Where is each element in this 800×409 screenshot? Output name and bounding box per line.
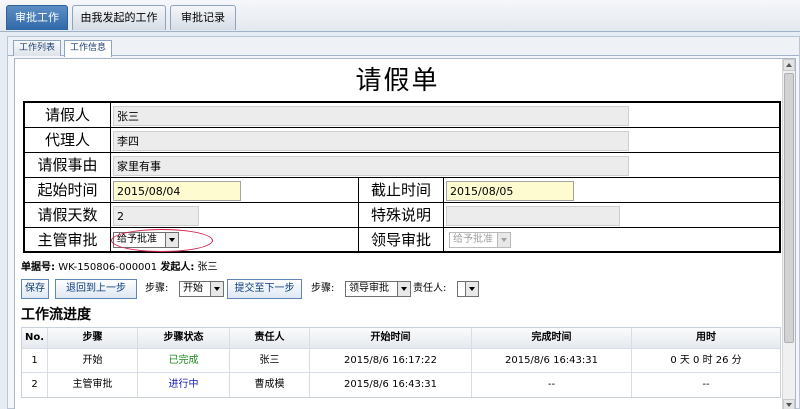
submit-next-button[interactable]: 提交至下一步 (227, 279, 302, 299)
tab-approval-records[interactable]: 审批记录 (170, 5, 236, 30)
document-meta: 单据号: WK-150806-000001 发起人: 张三 (21, 261, 218, 275)
col-finish-time: 完成时间 (472, 328, 632, 348)
end-time-label: 截止时间 (358, 178, 444, 203)
tab-work-info[interactable]: 工作信息 (64, 40, 113, 57)
scroll-down-arrow-icon[interactable] (783, 399, 795, 409)
back-button[interactable]: 退回到上一步 (55, 279, 137, 299)
chevron-down-icon (497, 233, 510, 247)
top-tab-bar: 审批工作 由我发起的工作 审批记录 (0, 0, 800, 32)
owner-select[interactable] (457, 281, 479, 297)
cell-duration: 0 天 0 时 26 分 (670, 355, 742, 366)
tab-approval-work[interactable]: 审批工作 (6, 5, 68, 30)
doc-no-value: WK-150806-000001 (58, 262, 158, 273)
save-button[interactable]: 保存 (21, 279, 49, 299)
next-step-select[interactable]: 领导审批 (345, 281, 411, 297)
cell-finish-time: -- (472, 373, 632, 397)
row-approvals: 主管审批 给予批准 领导审批 给予批准 (25, 228, 779, 253)
work-panel: 工作列表 工作信息 请假单 请假人 张三 代理人 李四 请假事由 家里有事 起始… (7, 36, 800, 409)
table-header: No. 步骤 步骤状态 责任人 开始时间 完成时间 用时 (22, 328, 780, 349)
tab-work-list[interactable]: 工作列表 (13, 40, 62, 56)
vertical-scrollbar[interactable] (782, 59, 795, 409)
col-no: No. (22, 328, 48, 348)
next-step-label: 步骤: (311, 283, 335, 294)
cell-owner: 曹成模 (230, 373, 310, 397)
leader-approval-value: 给予批准 (453, 234, 493, 245)
initiator-value: 张三 (197, 262, 218, 273)
doc-no-label: 单据号: (21, 262, 55, 273)
reason-field: 家里有事 (113, 156, 629, 176)
cell-start-time: 2015/8/6 16:43:31 (310, 373, 472, 397)
step-label: 步骤: (145, 283, 169, 294)
owner-label: 责任人: (413, 283, 447, 294)
scroll-thumb[interactable] (784, 73, 794, 343)
cell-owner: 张三 (230, 349, 310, 372)
row-reason: 请假事由 家里有事 (25, 153, 779, 178)
cell-step: 开始 (48, 349, 138, 372)
row-days: 请假天数 2 特殊说明 (25, 203, 779, 228)
special-label: 特殊说明 (358, 203, 444, 228)
highlight-ellipse (111, 229, 213, 252)
col-duration: 用时 (696, 332, 716, 343)
reason-label: 请假事由 (25, 153, 111, 178)
form-title: 请假单 (355, 66, 440, 96)
sub-tab-bar: 工作列表 工作信息 (8, 37, 799, 57)
leader-label: 领导审批 (358, 228, 444, 253)
row-dates: 起始时间 2015/08/04 截止时间 2015/08/05 (25, 178, 779, 203)
back-step-select[interactable]: 开始 (179, 281, 224, 297)
applicant-field: 张三 (113, 106, 629, 126)
table-row[interactable]: 2 主管审批 进行中 曹成模 2015/8/6 16:43:31 -- -- (22, 373, 780, 397)
cell-step: 主管审批 (48, 373, 138, 397)
initiator-label: 发起人: (160, 262, 195, 273)
col-start-time: 开始时间 (310, 328, 472, 348)
chevron-down-icon (210, 282, 223, 296)
next-step-value: 领导审批 (349, 283, 389, 294)
applicant-label: 请假人 (25, 103, 111, 128)
chevron-down-icon (397, 282, 410, 296)
table-row[interactable]: 1 开始 已完成 张三 2015/8/6 16:17:22 2015/8/6 1… (22, 349, 780, 373)
leave-form: 请假人 张三 代理人 李四 请假事由 家里有事 起始时间 2015/08/04 … (23, 101, 781, 253)
col-step: 步骤 (48, 328, 138, 348)
cell-start-time: 2015/8/6 16:17:22 (310, 349, 472, 372)
cell-duration: -- (702, 379, 710, 390)
row-applicant: 请假人 张三 (25, 103, 779, 128)
work-info-content: 请假单 请假人 张三 代理人 李四 请假事由 家里有事 起始时间 2015/08… (14, 58, 796, 409)
cell-no: 2 (22, 373, 48, 397)
tab-my-initiated[interactable]: 由我发起的工作 (72, 5, 166, 30)
cell-no: 1 (22, 349, 48, 372)
col-owner: 责任人 (230, 328, 310, 348)
agent-label: 代理人 (25, 128, 111, 153)
cell-status: 已完成 (138, 349, 230, 372)
agent-field: 李四 (113, 131, 629, 151)
progress-title: 工作流进度 (21, 307, 91, 323)
leader-approval-select: 给予批准 (449, 232, 511, 248)
days-field: 2 (113, 206, 199, 226)
scroll-up-arrow-icon[interactable] (783, 59, 795, 71)
chevron-down-icon (465, 282, 478, 296)
back-step-value: 开始 (183, 283, 203, 294)
cell-status: 进行中 (138, 373, 230, 397)
start-date-input[interactable]: 2015/08/04 (113, 181, 241, 201)
end-date-input[interactable]: 2015/08/05 (446, 181, 574, 201)
special-field (446, 206, 620, 226)
start-time-label: 起始时间 (25, 178, 111, 203)
supervisor-label: 主管审批 (25, 228, 111, 253)
row-agent: 代理人 李四 (25, 128, 779, 153)
col-status: 步骤状态 (138, 328, 230, 348)
action-bar: 保存 退回到上一步 步骤: 开始 提交至下一步 步骤: 领导审批 责任人: (21, 279, 781, 299)
progress-table: No. 步骤 步骤状态 责任人 开始时间 完成时间 用时 1 开始 已完成 张三… (21, 327, 781, 398)
cell-finish-time: 2015/8/6 16:43:31 (472, 349, 632, 372)
days-label: 请假天数 (25, 203, 111, 228)
